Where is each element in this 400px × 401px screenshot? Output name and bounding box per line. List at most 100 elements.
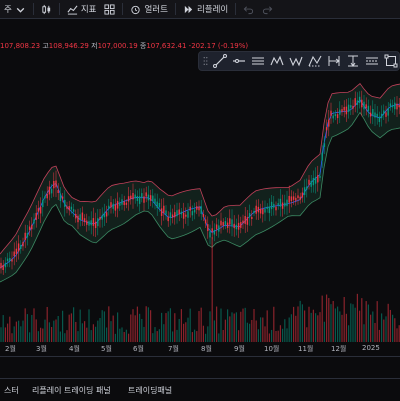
candle-body xyxy=(185,214,187,217)
change-value: -202.17 (-0.19%) xyxy=(188,42,249,50)
pattern-tool[interactable] xyxy=(269,53,284,69)
candle-body xyxy=(288,195,290,203)
candle-body xyxy=(116,201,119,209)
replay-label: 리플레이 xyxy=(196,5,229,15)
tab-pine-tester[interactable]: 스터 xyxy=(4,385,19,396)
volume-bar xyxy=(231,312,233,342)
redo-icon xyxy=(263,5,273,14)
volume-bar xyxy=(370,314,372,342)
candle-body xyxy=(354,98,356,106)
volume-bar xyxy=(163,324,165,342)
volume-bar xyxy=(110,321,112,342)
candle-body xyxy=(259,208,262,214)
volume-bar xyxy=(376,301,378,342)
candle-body xyxy=(64,199,66,207)
time-axis-label: 3월 xyxy=(36,345,47,353)
divider xyxy=(174,3,176,15)
high-value: 108,946.29 xyxy=(48,42,89,50)
candle-body xyxy=(273,203,275,208)
volume-bar xyxy=(321,295,323,342)
time-axis[interactable]: 2월 3월 4월 5월 6월 7월 8월 9월 10월 11월 12월 2025 xyxy=(0,343,400,355)
bars-pattern-tool[interactable] xyxy=(365,53,380,69)
candle-body xyxy=(303,187,306,195)
time-axis-label: 2025 xyxy=(362,344,380,352)
horizontal-ray-icon xyxy=(232,59,245,63)
volume-bar xyxy=(266,310,268,342)
volume-bar xyxy=(15,321,17,342)
candle-body xyxy=(6,258,9,262)
volume-bar xyxy=(185,322,187,342)
volume-bar xyxy=(249,323,251,342)
volume-bar xyxy=(103,311,105,342)
volume-bar xyxy=(156,331,158,342)
replay-button[interactable]: 리플레이 xyxy=(179,0,232,18)
candle-body xyxy=(127,196,130,202)
candle-body xyxy=(248,213,251,218)
volume-bar xyxy=(0,327,2,342)
candle-body xyxy=(268,206,271,214)
candle-body xyxy=(323,143,326,147)
alert-button[interactable]: 얼러트 xyxy=(126,0,171,18)
trend-line-tool[interactable] xyxy=(212,53,227,69)
interval-selector[interactable]: 주 xyxy=(0,0,30,18)
candle-body xyxy=(336,114,339,119)
volume-bar xyxy=(196,331,198,342)
volume-bar xyxy=(117,312,119,342)
candle-body xyxy=(134,194,136,199)
volume-bar xyxy=(308,306,310,342)
chart-type-button[interactable] xyxy=(37,0,56,18)
volume-bar xyxy=(211,237,213,342)
candle-body xyxy=(22,242,24,247)
rectangle-tool[interactable] xyxy=(384,53,399,69)
candle-body xyxy=(70,206,73,210)
parallel-channel-tool[interactable] xyxy=(250,53,265,69)
time-axis-label: 12월 xyxy=(331,345,347,353)
volume-bar xyxy=(348,325,350,342)
volume-bar xyxy=(59,331,61,342)
volume-bar xyxy=(282,328,284,342)
tab-trading-panel[interactable]: 트레이딩패널 xyxy=(128,385,172,396)
indicators-button[interactable]: 지표 xyxy=(63,0,101,18)
candle-body xyxy=(237,222,240,230)
candle-body xyxy=(240,222,242,228)
volume-bar xyxy=(246,322,248,342)
volume-bar xyxy=(273,306,275,342)
volume-bar xyxy=(167,311,169,342)
volume-bar xyxy=(92,324,94,342)
tab-replay-trading-panel[interactable]: 리플레이 트레이딩 패널 xyxy=(32,385,111,396)
volume-bar xyxy=(262,317,264,342)
undo-button[interactable] xyxy=(239,0,258,18)
volume-bar xyxy=(326,294,328,342)
candle-body xyxy=(231,219,233,227)
volume-bar xyxy=(22,320,24,342)
volume-bar xyxy=(37,331,39,342)
volume-bar xyxy=(279,325,281,342)
volume-bar xyxy=(229,316,231,342)
candle-body xyxy=(279,198,282,207)
candle-body xyxy=(48,186,51,195)
projection-tool[interactable] xyxy=(308,53,323,69)
candle-body xyxy=(233,223,235,229)
candle-body xyxy=(286,199,288,207)
redo-button[interactable] xyxy=(258,0,277,18)
volume-bar xyxy=(48,322,50,342)
candle-body xyxy=(334,114,337,117)
candle-body xyxy=(46,193,48,199)
volume-bar xyxy=(101,310,103,342)
candle-body xyxy=(332,115,334,119)
volume-bar xyxy=(372,311,374,342)
zigzag-tool[interactable] xyxy=(288,53,303,69)
candle-body xyxy=(358,96,361,103)
drag-handle-icon[interactable] xyxy=(203,54,208,68)
volume-bar xyxy=(86,327,88,342)
candle-body xyxy=(290,196,293,202)
price-range-tool[interactable] xyxy=(346,53,361,69)
horizontal-ray-tool[interactable] xyxy=(231,53,246,69)
indicators-icon xyxy=(67,4,78,15)
date-range-tool[interactable] xyxy=(327,53,342,69)
volume-bar xyxy=(396,328,398,342)
volume-bar xyxy=(147,307,149,342)
layouts-button[interactable] xyxy=(100,0,119,18)
volume-bar xyxy=(235,312,237,342)
candle-body xyxy=(200,206,202,214)
